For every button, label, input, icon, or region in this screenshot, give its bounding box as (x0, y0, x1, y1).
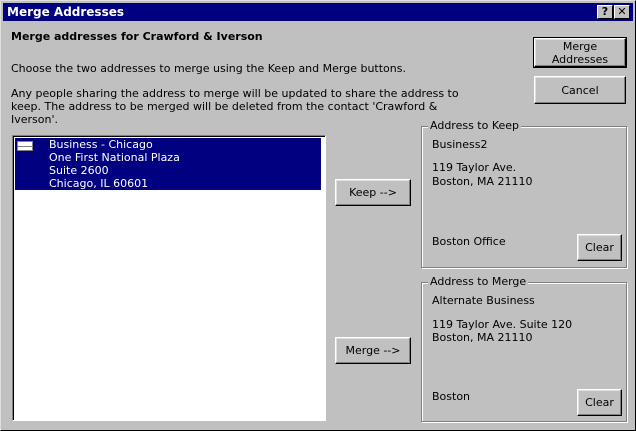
merge-address-type: Alternate Business (432, 294, 535, 307)
close-button[interactable]: ✕ (614, 5, 630, 19)
merge-addresses-dialog: Merge Addresses ? ✕ Merge addresses for … (0, 0, 636, 431)
cancel-button[interactable]: Cancel (534, 76, 626, 104)
instructions-text: Choose the two addresses to merge using … (11, 62, 406, 75)
dialog-heading: Merge addresses for Crawford & Iverson (11, 30, 263, 43)
merge-address-city: Boston, MA 21110 (432, 331, 533, 344)
help-button[interactable]: ? (597, 5, 613, 19)
keep-address-city: Boston, MA 21110 (432, 175, 533, 188)
address-to-merge-group: Address to Merge Alternate Business 119 … (421, 275, 627, 422)
clear-merge-button[interactable]: Clear (577, 389, 622, 416)
keep-button[interactable]: Keep --> (335, 179, 411, 206)
keep-address-street: 119 Taylor Ave. (432, 161, 517, 174)
clear-keep-button[interactable]: Clear (577, 234, 622, 261)
info-text-line-3: Iverson'. (11, 113, 58, 126)
merge-address-street: 119 Taylor Ave. Suite 120 (432, 318, 573, 331)
address-to-merge-label: Address to Merge (428, 275, 529, 288)
address-list[interactable]: Business - Chicago One First National Pl… (12, 135, 326, 421)
address-to-keep-label: Address to Keep (428, 119, 522, 132)
merge-button[interactable]: Merge --> (335, 337, 411, 364)
title-bar[interactable]: Merge Addresses ? ✕ (3, 3, 633, 21)
address-line: Business - Chicago (49, 138, 153, 151)
address-to-keep-group: Address to Keep Business2 119 Taylor Ave… (421, 119, 627, 268)
merge-address-note: Boston (432, 390, 471, 403)
address-line: Suite 2600 (49, 164, 109, 177)
info-text-line-1: Any people sharing the address to merge … (11, 87, 459, 100)
keep-address-type: Business2 (432, 138, 488, 151)
envelope-icon (17, 141, 33, 151)
info-text-line-2: keep. The address to be merged will be d… (11, 100, 438, 113)
address-line: Chicago, IL 60601 (49, 177, 149, 190)
merge-addresses-button[interactable]: Merge Addresses (533, 37, 627, 68)
keep-address-note: Boston Office (432, 235, 506, 248)
window-title: Merge Addresses (7, 5, 124, 19)
address-line: One First National Plaza (49, 151, 180, 164)
list-item[interactable]: Business - Chicago One First National Pl… (15, 138, 321, 190)
